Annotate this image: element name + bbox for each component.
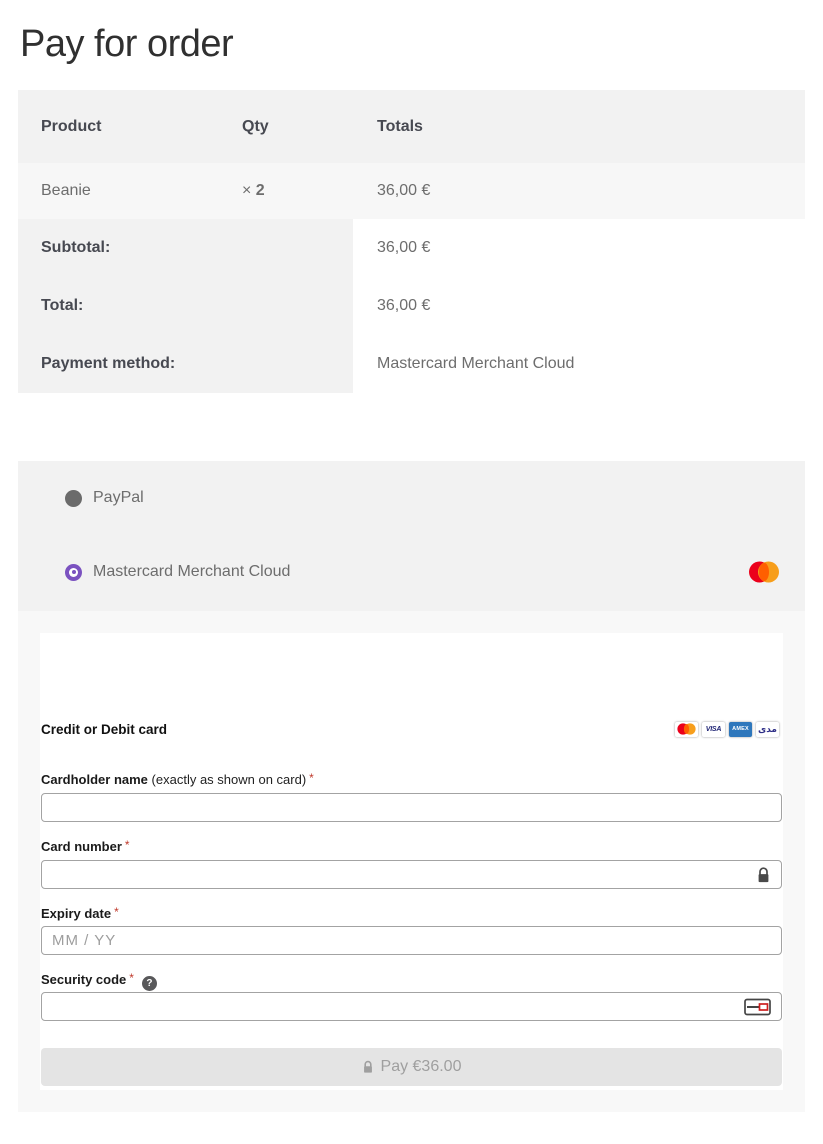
mastercard-cloud-radio[interactable] (65, 564, 82, 581)
order-total-row: Total: 36,00 € (18, 277, 805, 335)
required-asterisk: * (114, 905, 119, 919)
column-header-totals: Totals (353, 118, 805, 136)
order-item-qty: × 2 (218, 182, 353, 200)
cardholder-name-label: Cardholder name (exactly as shown on car… (41, 771, 782, 786)
order-summary-table: Product Qty Totals Beanie × 2 36,00 € Su… (18, 90, 805, 393)
card-payment-form: Credit or Debit card VISA AMEX مدى C (40, 633, 783, 1090)
required-asterisk: * (125, 838, 130, 852)
card-number-input[interactable] (41, 860, 782, 889)
accepted-cards: VISA AMEX مدى (675, 722, 779, 737)
order-payment-method-row: Payment method: Mastercard Merchant Clou… (18, 335, 805, 393)
mastercard-logo-icon (749, 561, 779, 583)
security-code-label: Security code*? (41, 971, 782, 986)
payment-section: PayPal Mastercard Merchant Cloud Credit … (18, 461, 805, 1112)
column-header-qty: Qty (218, 118, 353, 136)
cardholder-name-input[interactable] (41, 793, 782, 822)
cvv-card-icon (744, 998, 771, 1016)
payment-methods-list: PayPal Mastercard Merchant Cloud (18, 461, 805, 611)
order-item-name: Beanie (18, 182, 218, 200)
order-subtotal-row: Subtotal: 36,00 € (18, 219, 805, 277)
security-code-input[interactable] (41, 992, 782, 1021)
card-number-label: Card number* (41, 838, 782, 853)
lock-icon (756, 866, 771, 883)
mastercard-badge-icon (675, 722, 698, 737)
payment-method-value: Mastercard Merchant Cloud (353, 335, 805, 393)
total-value: 36,00 € (353, 277, 805, 335)
total-label: Total: (18, 277, 353, 335)
pay-lock-icon (362, 1060, 374, 1074)
mastercard-cloud-label[interactable]: Mastercard Merchant Cloud (93, 563, 290, 581)
required-asterisk: * (309, 771, 314, 785)
page-title: Pay for order (20, 21, 823, 67)
order-item-total: 36,00 € (353, 182, 805, 200)
order-table-header: Product Qty Totals (18, 90, 805, 163)
expiry-date-input[interactable] (41, 926, 782, 955)
payment-method-mastercard-cloud[interactable]: Mastercard Merchant Cloud (65, 534, 779, 610)
qty-value: 2 (256, 182, 265, 199)
payment-box: Credit or Debit card VISA AMEX مدى C (18, 611, 805, 1112)
subtotal-label: Subtotal: (18, 219, 353, 277)
payment-method-paypal[interactable]: PayPal (65, 462, 779, 534)
order-item-row: Beanie × 2 36,00 € (18, 163, 805, 219)
pay-button-label: Pay €36.00 (381, 1058, 462, 1076)
amex-badge-icon: AMEX (729, 722, 752, 737)
paypal-label[interactable]: PayPal (93, 489, 144, 507)
subtotal-value: 36,00 € (353, 219, 805, 277)
qty-sign: × (242, 182, 251, 199)
payment-method-label: Payment method: (18, 335, 353, 393)
mada-badge-icon: مدى (756, 722, 779, 737)
security-code-help-icon[interactable]: ? (142, 976, 157, 991)
column-header-product: Product (18, 118, 218, 136)
visa-badge-icon: VISA (702, 722, 725, 737)
paypal-radio[interactable] (65, 490, 82, 507)
card-form-title: Credit or Debit card (41, 722, 167, 737)
pay-button[interactable]: Pay €36.00 (41, 1048, 782, 1086)
required-asterisk: * (129, 971, 134, 985)
expiry-date-label: Expiry date* (41, 905, 782, 920)
